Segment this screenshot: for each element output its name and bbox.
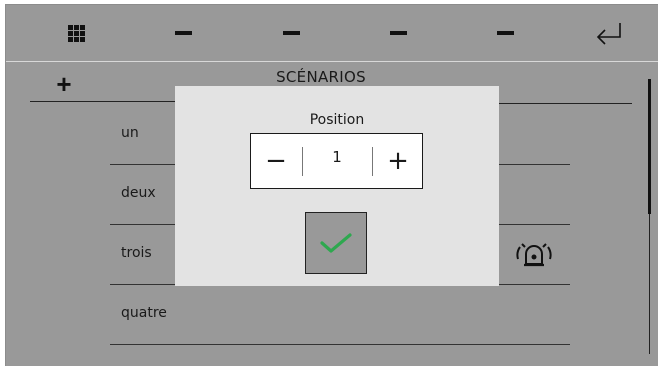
header-divider-left	[30, 101, 175, 102]
grid-icon	[67, 24, 85, 42]
toolbar-slot-2-button[interactable]	[241, 5, 341, 61]
add-scenario-button[interactable]: +	[46, 69, 82, 99]
increment-button[interactable]: +	[373, 134, 423, 188]
minus-icon	[496, 31, 514, 35]
app-frame: + SCÉNARIOS un deux trois quatre Positio…	[5, 4, 658, 366]
toolbar-slot-4-button[interactable]	[455, 5, 555, 61]
top-toolbar	[6, 5, 658, 61]
toolbar-slot-1-button[interactable]	[133, 5, 233, 61]
list-item-label: quatre	[121, 305, 167, 321]
dialog-title: Position	[309, 112, 365, 128]
list-item-label: trois	[121, 245, 152, 261]
back-button[interactable]	[559, 5, 658, 61]
minus-icon	[282, 31, 300, 35]
minus-icon	[389, 31, 407, 35]
minus-icon	[174, 31, 192, 35]
position-dialog: Position − 1 +	[175, 86, 499, 286]
header-divider-right	[499, 103, 632, 104]
checkmark-icon	[320, 233, 352, 253]
return-arrow-icon	[596, 23, 621, 45]
screen: + SCÉNARIOS un deux trois quatre Positio…	[0, 0, 658, 366]
divider	[110, 344, 570, 345]
toolbar-divider	[6, 61, 658, 62]
list-item[interactable]: quatre	[110, 285, 570, 345]
alarm-siren-icon	[516, 243, 552, 267]
menu-grid-button[interactable]	[26, 5, 126, 61]
scroll-thumb[interactable]	[648, 79, 651, 214]
list-item-label: un	[121, 125, 139, 141]
position-value: 1	[332, 148, 342, 166]
toolbar-slot-3-button[interactable]	[348, 5, 448, 61]
confirm-button[interactable]	[305, 212, 367, 274]
page-title: SCÉNARIOS	[276, 68, 366, 86]
scrollbar[interactable]	[644, 79, 652, 354]
list-item-label: deux	[121, 185, 156, 201]
position-stepper: − 1 +	[250, 133, 423, 189]
decrement-button[interactable]: −	[251, 134, 301, 188]
